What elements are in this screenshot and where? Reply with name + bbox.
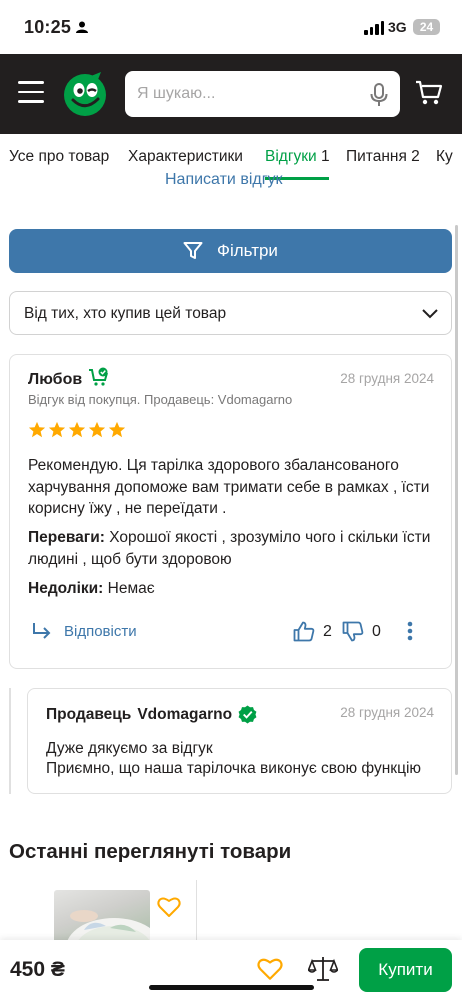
status-bar: 10:25 3G 24 (0, 0, 462, 54)
review-card: Любов 28 грудня 2024 Відгук від покупця.… (9, 354, 452, 669)
star-icon (28, 421, 46, 438)
home-indicator[interactable] (149, 985, 314, 990)
more-options-icon[interactable] (407, 621, 413, 641)
person-icon (76, 21, 88, 33)
rozetka-smile-logo[interactable] (61, 70, 109, 118)
review-filter-value: Від тих, хто купив цей товар (24, 305, 227, 322)
tab-all-about-product[interactable]: Усе про товар (9, 148, 109, 166)
seller-prefix: Продавець (46, 705, 132, 723)
review-date: 28 грудня 2024 (340, 371, 434, 386)
heart-icon[interactable] (157, 896, 181, 918)
write-review-link-container: Написати відгук (0, 166, 462, 188)
verified-badge-icon (238, 705, 257, 724)
review-filter-select[interactable]: Від тих, хто купив цей товар (9, 291, 452, 335)
filter-button-label: Фільтри (217, 241, 278, 260)
microphone-icon[interactable] (370, 83, 388, 107)
review-author: Любов (28, 371, 83, 388)
product-price: 450 ₴ (10, 958, 65, 981)
review-text: Рекомендую. Ця тарілка здорового збаланс… (28, 457, 430, 517)
seller-reply-card: Продавець Vdomagarno 28 грудня 2024 Дуже… (27, 688, 452, 794)
rating-stars (28, 421, 126, 439)
tab-questions[interactable]: Питання 2 (346, 148, 420, 166)
chevron-down-icon (422, 309, 438, 319)
battery-icon: 24 (413, 19, 440, 35)
seller-reply-header: Продавець Vdomagarno (46, 705, 257, 724)
review-meta: Відгук від покупця. Продавець: Vdomagarn… (28, 392, 293, 407)
cart-icon[interactable] (415, 80, 443, 106)
like-count: 2 (323, 622, 332, 640)
seller-reply-line-2: Приємно, що наша тарілочка виконує свою … (46, 760, 422, 777)
star-icon (108, 421, 126, 438)
like-button[interactable]: 2 (293, 621, 332, 642)
star-icon (48, 421, 66, 438)
star-icon (88, 421, 106, 438)
network-type: 3G (388, 19, 407, 35)
seller-reply-line-1: Дуже дякуємо за відгук (46, 740, 213, 757)
signal-icon (364, 21, 384, 35)
review-cons: Недоліки: Немає (28, 578, 443, 600)
reply-thread-line (9, 688, 11, 794)
filter-button[interactable]: Фільтри (9, 229, 452, 273)
cons-label: Недоліки: (28, 580, 104, 597)
tab-characteristics[interactable]: Характеристики (128, 148, 243, 166)
app-header (0, 54, 462, 134)
hamburger-menu-icon[interactable] (18, 81, 44, 105)
seller-reply-text: Дуже дякуємо за відгук Приємно, що наша … (46, 739, 446, 779)
verified-buyer-cart-icon (89, 367, 108, 386)
review-pros: Переваги: Хорошої якості , зрозуміло чог… (28, 527, 443, 570)
reply-button[interactable]: Відповісти (32, 621, 137, 641)
tab-reviews[interactable]: Відгуки 1 (265, 148, 330, 166)
tab-next[interactable]: Ку (436, 148, 453, 166)
questions-count: 2 (411, 148, 420, 165)
search-bar[interactable] (125, 71, 400, 117)
reply-arrow-icon (33, 623, 51, 639)
bottom-purchase-bar: 450 ₴ Купити (0, 940, 462, 999)
scrollbar[interactable] (455, 225, 458, 775)
write-review-link[interactable]: Написати відгук (165, 171, 283, 188)
reviews-count: 1 (320, 148, 330, 165)
buy-button[interactable]: Купити (359, 948, 452, 992)
funnel-icon (183, 242, 203, 259)
pros-label: Переваги: (28, 529, 105, 546)
compare-scales-icon[interactable] (308, 955, 338, 983)
dislike-count: 0 (372, 622, 381, 640)
star-icon (68, 421, 86, 438)
status-time: 10:25 (24, 17, 72, 37)
recent-product-card[interactable] (0, 880, 197, 950)
reply-label: Відповісти (64, 622, 137, 640)
cons-text: Немає (107, 580, 155, 597)
thumbs-up-icon (293, 621, 315, 642)
seller-name: Vdomagarno (137, 705, 233, 723)
recently-viewed-title: Останні переглянуті товари (9, 840, 292, 863)
wishlist-heart-icon[interactable] (257, 957, 283, 981)
seller-reply-date: 28 грудня 2024 (340, 705, 434, 720)
search-input[interactable] (137, 71, 357, 117)
thumbs-down-icon (342, 621, 364, 642)
dislike-button[interactable]: 0 (342, 621, 381, 642)
